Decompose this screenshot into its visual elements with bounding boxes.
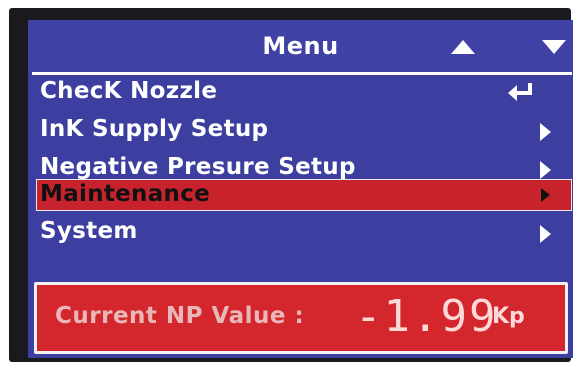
menu-title: Menu (262, 32, 339, 60)
menu-item-label: System (40, 218, 138, 244)
chevron-right-icon (540, 161, 551, 179)
np-value-unit: Kp (492, 304, 525, 329)
menu-item-ink-supply-setup[interactable]: InK Supply Setup (28, 113, 573, 149)
menu-item-label: InK Supply Setup (40, 116, 269, 142)
menu-item-label: ChecK Nozzle (40, 78, 218, 104)
np-status-panel: Current NP Value : -1.99 Kp (34, 282, 568, 354)
scroll-up-button[interactable] (446, 35, 480, 59)
menu-item-system[interactable]: System (28, 215, 573, 251)
menu-item-check-nozzle[interactable]: ChecK Nozzle (28, 75, 573, 111)
enter-return-icon (508, 83, 532, 101)
np-value-label: Current NP Value : (55, 303, 305, 329)
menu-item-label: Maintenance (40, 181, 211, 207)
chevron-right-icon (541, 188, 550, 202)
scroll-down-button[interactable] (537, 35, 571, 59)
menu-header: Menu (28, 20, 573, 72)
np-value-readout: -1.99 (355, 291, 498, 342)
menu-item-maintenance[interactable]: Maintenance (36, 179, 572, 211)
chevron-right-icon (540, 123, 551, 141)
triangle-up-icon (451, 40, 475, 54)
menu-item-label: Negative Presure Setup (40, 154, 356, 180)
chevron-right-icon (540, 225, 551, 243)
triangle-down-icon (542, 40, 566, 54)
lcd-screen: Menu ChecK Nozzle InK Supply Setup Negat… (28, 20, 573, 358)
